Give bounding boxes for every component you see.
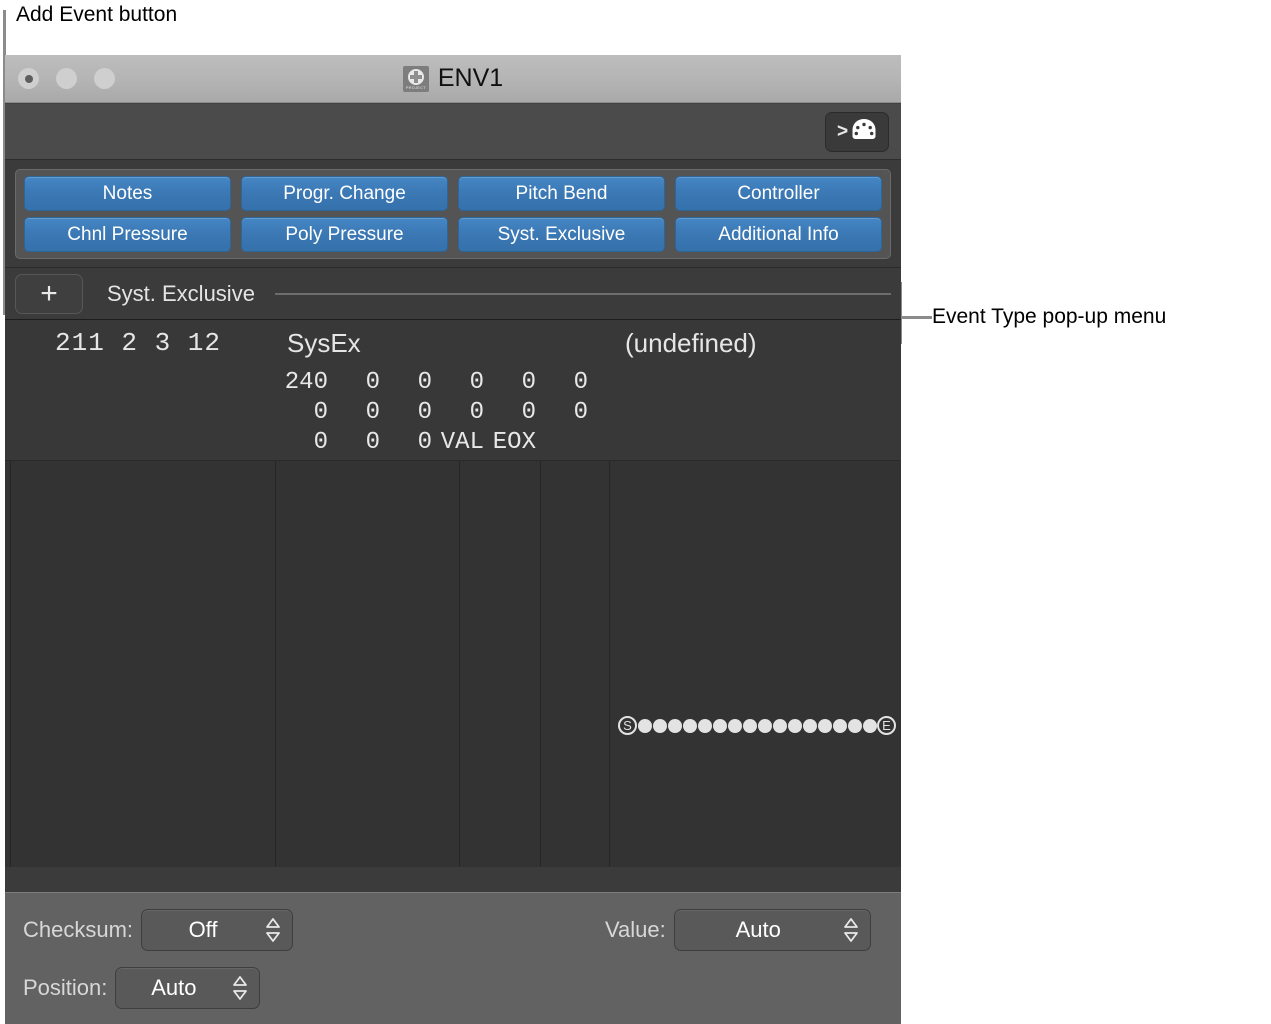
sysex-byte-val: VAL [440, 428, 484, 456]
midi-din-icon [851, 118, 877, 145]
window-footer: Checksum: Off Value: Auto Position: Auto [5, 892, 901, 1024]
sysex-length-dot [712, 718, 727, 733]
event-list-area[interactable]: 211 2 3 12 SysEx (undefined) 240 0 0 0 0… [5, 320, 901, 867]
window-traffic-lights [18, 55, 115, 102]
sysex-length-dot [787, 718, 802, 733]
sysex-byte: 0 [313, 398, 328, 426]
stepper-arrows-icon[interactable] [842, 915, 860, 945]
value-value: Auto [735, 917, 781, 942]
event-type-popup-leader-horizontal [899, 316, 932, 319]
sysex-byte-grid: 240 0 0 0 0 0 0 0 0 0 0 0 0 0 0 VAL EOX [276, 367, 610, 457]
event-type-popup-value: Syst. Exclusive [107, 280, 255, 306]
event-position-value: 211 2 3 12 [54, 328, 222, 358]
event-type-popup-annotation-label: Event Type pop-up menu [932, 305, 1167, 328]
sysex-byte: 0 [417, 368, 432, 396]
event-status-value: SysEx [287, 328, 361, 358]
sysex-length-dot [697, 718, 712, 733]
window-toolbar: > [5, 103, 901, 160]
event-type-button-progr-change[interactable]: Progr. Change [241, 176, 448, 211]
sysex-length-dot [667, 718, 682, 733]
stepper-arrows-icon[interactable] [231, 973, 249, 1003]
event-type-button-panel: Notes Progr. Change Pitch Bend Controlle… [15, 169, 891, 259]
sysex-length-dot [637, 718, 652, 733]
sysex-byte: 240 [284, 368, 328, 396]
add-event-button[interactable]: + [15, 273, 83, 314]
sysex-byte: 0 [417, 398, 432, 426]
event-type-row-1: Notes Progr. Change Pitch Bend Controlle… [24, 176, 882, 211]
position-label: Position: [23, 975, 108, 1000]
window-titlebar: PROJECT ENV1 [5, 55, 901, 103]
table-row[interactable]: 211 2 3 12 SysEx (undefined) 240 0 0 0 0… [5, 320, 901, 461]
event-type-button-controller[interactable]: Controller [675, 176, 882, 211]
event-type-button-pitch-bend[interactable]: Pitch Bend [458, 176, 665, 211]
value-field-row: Value: Auto [605, 909, 871, 951]
position-stepper[interactable]: Auto [115, 967, 261, 1009]
checksum-label: Checksum: [23, 917, 134, 942]
sysex-end-marker: E [877, 716, 896, 735]
sysex-length-dot [742, 718, 757, 733]
sysex-byte: 0 [573, 368, 588, 396]
value-stepper[interactable]: Auto [673, 909, 871, 951]
sysex-length-dot [862, 718, 877, 733]
event-type-row-2: Chnl Pressure Poly Pressure Syst. Exclus… [24, 217, 882, 252]
sysex-length-dot [652, 718, 667, 733]
sysex-byte: 0 [365, 428, 380, 456]
sysex-byte: 0 [417, 428, 432, 456]
sysex-length-dot [817, 718, 832, 733]
sysex-byte: 0 [521, 368, 536, 396]
zoom-button[interactable] [94, 68, 115, 89]
add-event-row: + Syst. Exclusive [5, 267, 901, 320]
checksum-value: Off [188, 917, 218, 942]
sysex-length-dot [832, 718, 847, 733]
sysex-byte: 0 [573, 398, 588, 426]
sysex-byte: 0 [313, 428, 328, 456]
sysex-length-dot [682, 718, 697, 733]
project-disc-icon [407, 68, 424, 85]
stepper-arrows-icon[interactable] [264, 915, 282, 945]
sysex-length-dot [757, 718, 772, 733]
sysex-length-dot [802, 718, 817, 733]
event-type-button-poly-pressure[interactable]: Poly Pressure [241, 217, 448, 252]
midi-out-button[interactable]: > [825, 111, 889, 152]
sysex-byte-row: 0 0 0 0 0 0 [276, 397, 610, 427]
window-title-group: PROJECT ENV1 [402, 64, 504, 93]
position-field-row: Position: Auto [23, 967, 261, 1009]
sysex-byte: 0 [365, 368, 380, 396]
sysex-byte-row: 0 0 0 VAL EOX [276, 427, 610, 457]
event-type-button-chnl-pressure[interactable]: Chnl Pressure [24, 217, 231, 252]
value-label: Value: [605, 917, 666, 942]
sysex-byte-eox: EOX [492, 428, 536, 456]
close-icon [24, 74, 33, 83]
sysex-length-dot [727, 718, 742, 733]
window-title: ENV1 [437, 64, 504, 92]
sysex-byte-row: 240 0 0 0 0 0 [276, 367, 610, 397]
sysex-length-dot [772, 718, 787, 733]
event-type-button-syst-exclusive[interactable]: Syst. Exclusive [458, 217, 665, 252]
minimize-button[interactable] [56, 68, 77, 89]
sysex-length-indicator: S E [618, 716, 896, 735]
plus-icon: + [40, 276, 58, 310]
project-icon: PROJECT [402, 65, 429, 92]
event-channel-value: (undefined) [625, 328, 757, 358]
event-type-button-additional-info[interactable]: Additional Info [675, 217, 882, 252]
checksum-field-row: Checksum: Off [23, 909, 294, 951]
event-list-window: PROJECT ENV1 > Notes Progr. Change Pitch… [5, 55, 901, 1024]
sysex-dot-container [637, 718, 877, 733]
checksum-stepper[interactable]: Off [141, 909, 294, 951]
sysex-start-marker: S [618, 716, 637, 735]
position-value: Auto [151, 975, 197, 1000]
close-button[interactable] [18, 68, 39, 89]
chevron-right-icon: > [836, 121, 849, 142]
event-type-popup-rule [274, 292, 891, 295]
sysex-byte: 0 [365, 398, 380, 426]
sysex-byte: 0 [469, 368, 484, 396]
add-event-annotation-label: Add Event button [16, 3, 178, 26]
sysex-byte: 0 [469, 398, 484, 426]
sysex-length-dot [847, 718, 862, 733]
sysex-byte: 0 [521, 398, 536, 426]
event-type-popup-menu[interactable]: Syst. Exclusive [107, 281, 891, 307]
project-icon-caption: PROJECT [405, 84, 426, 90]
event-type-button-notes[interactable]: Notes [24, 176, 231, 211]
